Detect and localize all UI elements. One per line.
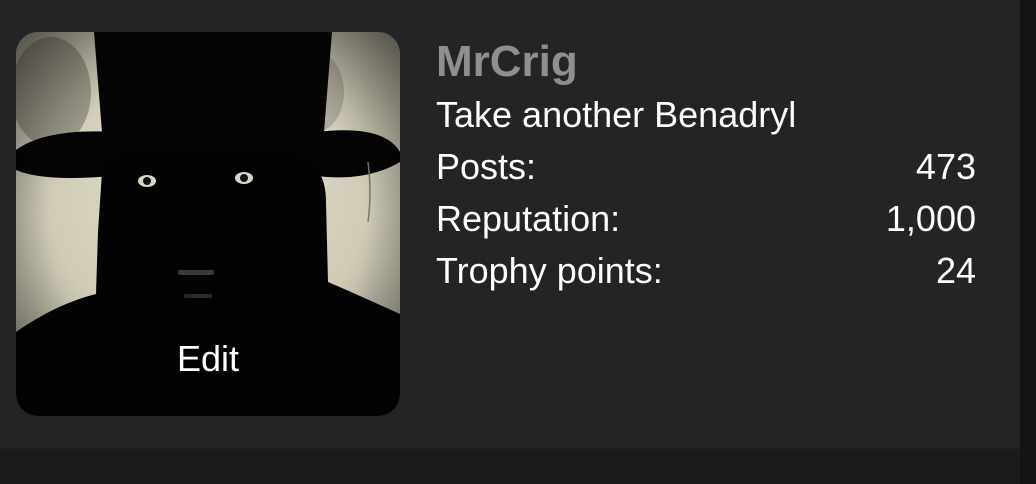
avatar-edit-label[interactable]: Edit	[16, 337, 400, 381]
stat-label: Posts:	[436, 146, 537, 187]
stat-value: 1,000	[885, 198, 976, 239]
stat-label: Trophy points:	[436, 250, 663, 291]
page: Edit MrCrig Take another Benadryl Posts:…	[0, 0, 1036, 484]
stat-row-posts: Posts: 473	[436, 141, 976, 193]
stat-value: 24	[935, 250, 976, 291]
custom-title: Take another Benadryl	[436, 94, 797, 135]
avatar[interactable]: Edit	[16, 32, 400, 416]
username-link[interactable]: MrCrig	[436, 36, 976, 88]
stat-row-reputation: Reputation: 1,000	[436, 193, 976, 245]
stat-row-trophy-points: Trophy points: 24	[436, 245, 976, 297]
stat-label: Reputation:	[436, 198, 621, 239]
member-info: MrCrig Take another Benadryl Posts: 473 …	[436, 36, 976, 297]
stat-value: 473	[915, 146, 976, 187]
member-card: Edit MrCrig Take another Benadryl Posts:…	[0, 0, 1020, 450]
page-edge	[1020, 0, 1036, 484]
